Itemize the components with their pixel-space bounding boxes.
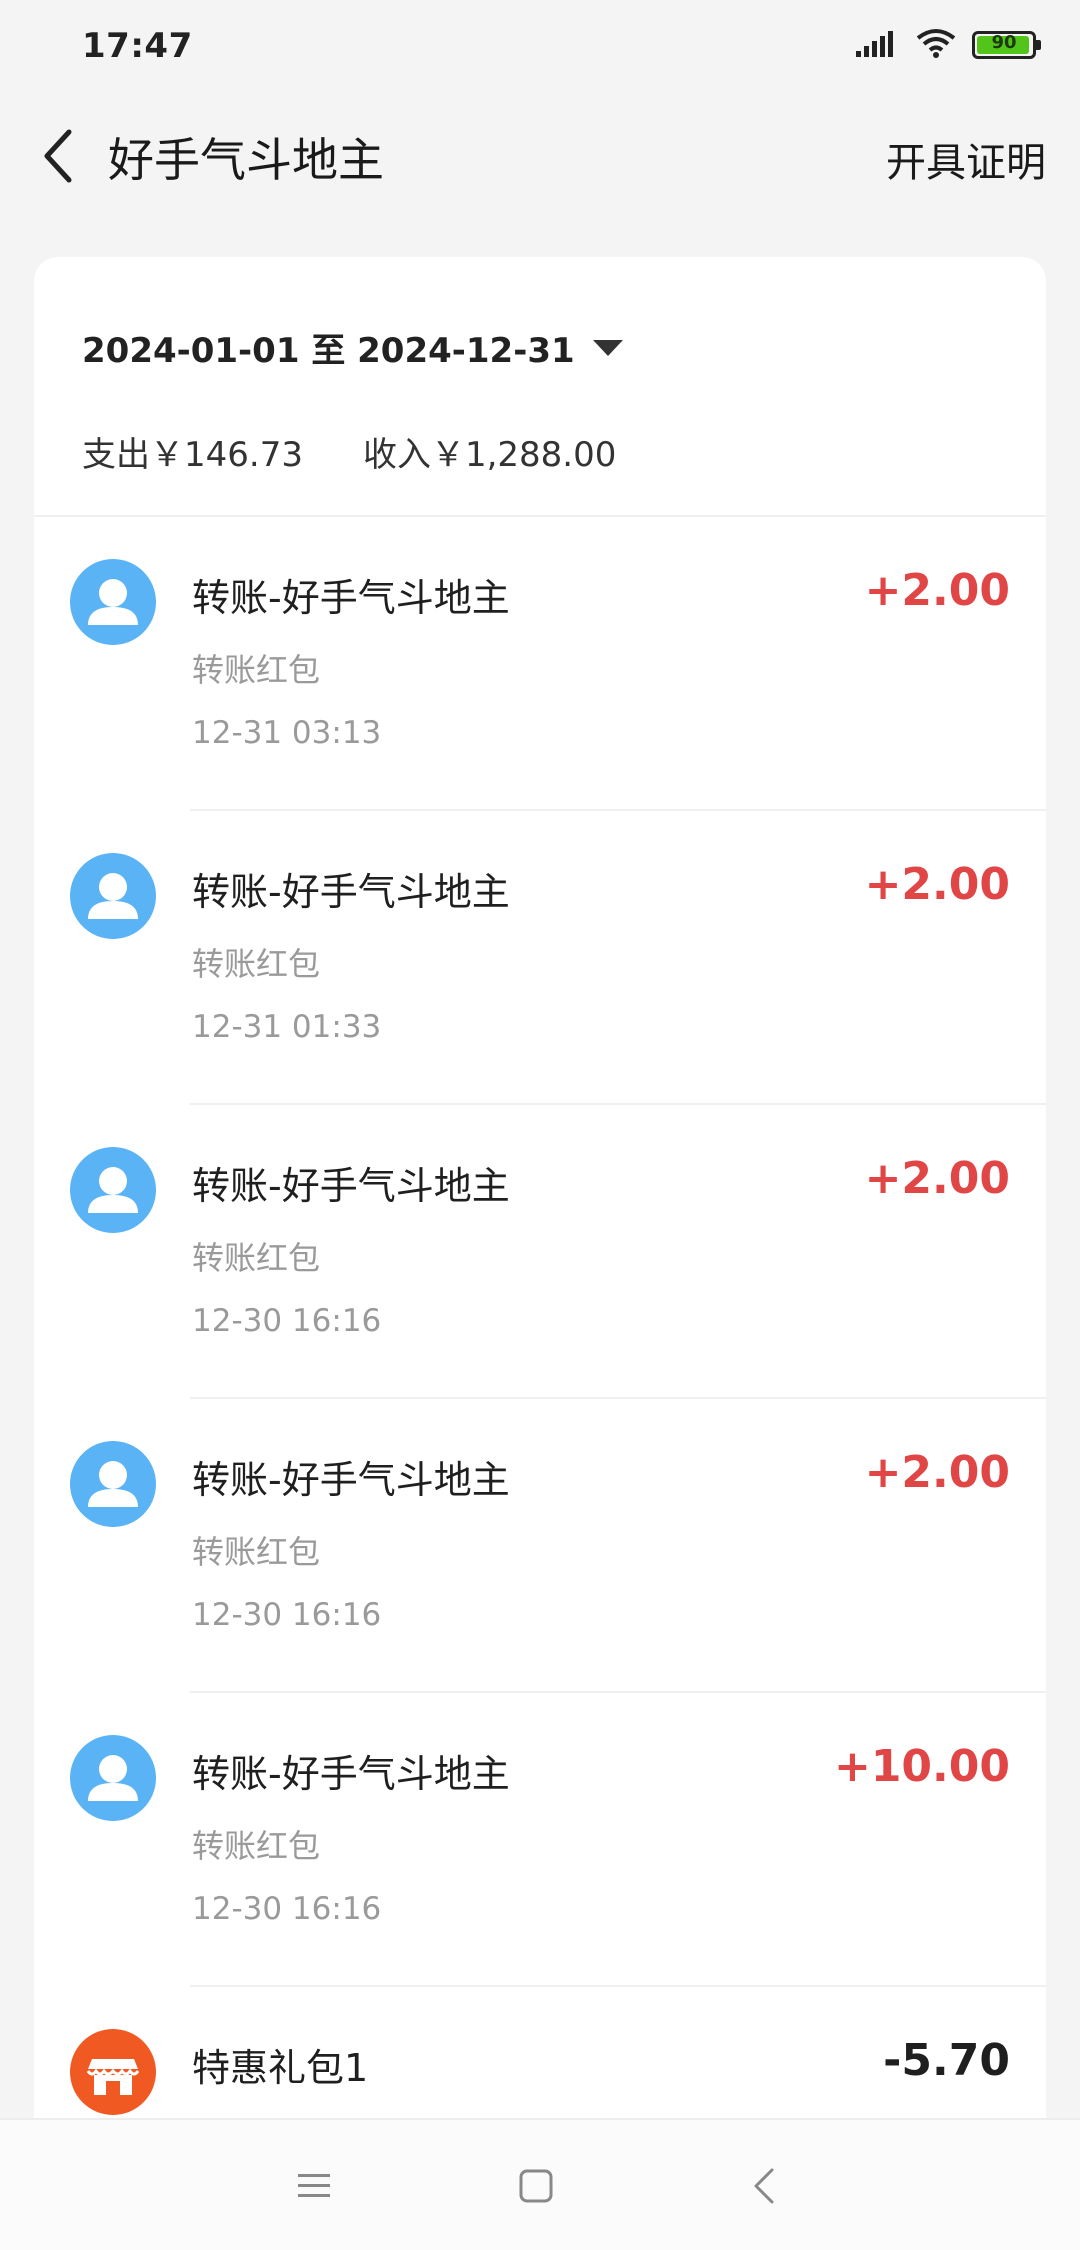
transaction-subtitle: 转账红包 — [192, 1827, 321, 1865]
transaction-row[interactable]: 转账-好手气斗地主 转账红包 12-30 16:16 +2.00 — [34, 1399, 1046, 1693]
transaction-title: 转账-好手气斗地主 — [192, 576, 510, 620]
transaction-time: 12-31 01:33 — [192, 1009, 382, 1045]
transaction-time: 12-31 03:13 — [192, 715, 382, 751]
transaction-row[interactable]: 转账-好手气斗地主 转账红包 12-30 16:16 +2.00 — [34, 1105, 1046, 1399]
transaction-amount: +2.00 — [864, 859, 1010, 910]
menu-icon — [298, 2174, 330, 2197]
transaction-time: 12-30 16:16 — [192, 1891, 382, 1927]
income-total: 收入￥1,288.00 — [362, 435, 617, 475]
transaction-amount: +2.00 — [864, 1447, 1010, 1498]
transactions-card: 2024-01-01 至 2024-12-31 支出￥146.73 收入￥1,2… — [34, 257, 1046, 2248]
date-range-selector[interactable]: 2024-01-01 至 2024-12-31 — [82, 323, 623, 372]
status-bar: 17:47 90 — [0, 0, 1080, 96]
transaction-title: 转账-好手气斗地主 — [192, 870, 510, 914]
back-button[interactable] — [30, 122, 86, 190]
transaction-time: 12-30 16:16 — [192, 1597, 382, 1633]
transaction-subtitle: 转账红包 — [192, 1239, 321, 1277]
system-back-button[interactable] — [736, 2158, 792, 2214]
user-avatar-icon — [70, 1735, 156, 1821]
summary: 支出￥146.73 收入￥1,288.00 — [82, 427, 676, 476]
user-avatar-icon — [70, 1147, 156, 1233]
transaction-amount: +2.00 — [864, 1153, 1010, 1204]
chevron-left-icon — [44, 129, 72, 183]
system-navigation-bar — [0, 2118, 1080, 2250]
transaction-row[interactable]: 转账-好手气斗地主 转账红包 12-31 03:13 +2.00 — [34, 517, 1046, 811]
status-time: 17:47 — [82, 26, 193, 66]
menu-button[interactable] — [286, 2158, 342, 2214]
transaction-amount: +2.00 — [864, 565, 1010, 616]
back-icon — [754, 2168, 774, 2204]
transaction-subtitle: 转账红包 — [192, 1533, 321, 1571]
transaction-title: 转账-好手气斗地主 — [192, 1458, 510, 1502]
user-avatar-icon — [70, 853, 156, 939]
transaction-row[interactable]: 转账-好手气斗地主 转账红包 12-30 16:16 +10.00 — [34, 1693, 1046, 1987]
page-title: 好手气斗地主 — [108, 133, 384, 187]
home-button[interactable] — [508, 2158, 564, 2214]
expense-total: 支出￥146.73 — [82, 435, 303, 475]
wifi-icon — [916, 28, 956, 62]
store-icon — [70, 2029, 156, 2115]
transaction-time: 12-30 16:16 — [192, 1303, 382, 1339]
signal-icon — [856, 29, 900, 61]
transaction-list: 转账-好手气斗地主 转账红包 12-31 03:13 +2.00 转账-好手气斗… — [34, 517, 1046, 2248]
transaction-row[interactable]: 转账-好手气斗地主 转账红包 12-31 01:33 +2.00 — [34, 811, 1046, 1105]
transaction-title: 转账-好手气斗地主 — [192, 1164, 510, 1208]
date-range-label: 2024-01-01 至 2024-12-31 — [82, 331, 575, 371]
transaction-title: 特惠礼包1 — [192, 2046, 369, 2090]
battery-icon: 90 — [972, 31, 1041, 59]
issue-certificate-button[interactable]: 开具证明 — [886, 130, 1046, 188]
user-avatar-icon — [70, 1441, 156, 1527]
home-square-icon — [519, 2169, 553, 2203]
transaction-subtitle: 转账红包 — [192, 945, 321, 983]
transaction-title: 转账-好手气斗地主 — [192, 1752, 510, 1796]
status-icons: 90 — [856, 28, 1041, 62]
transaction-amount: -5.70 — [883, 2035, 1010, 2086]
navigation-bar: 好手气斗地主 开具证明 — [0, 96, 1080, 216]
user-avatar-icon — [70, 559, 156, 645]
dropdown-arrow-icon — [592, 339, 623, 356]
battery-level: 90 — [991, 32, 1017, 53]
transaction-subtitle: 转账红包 — [192, 651, 321, 689]
transaction-amount: +10.00 — [833, 1741, 1010, 1792]
